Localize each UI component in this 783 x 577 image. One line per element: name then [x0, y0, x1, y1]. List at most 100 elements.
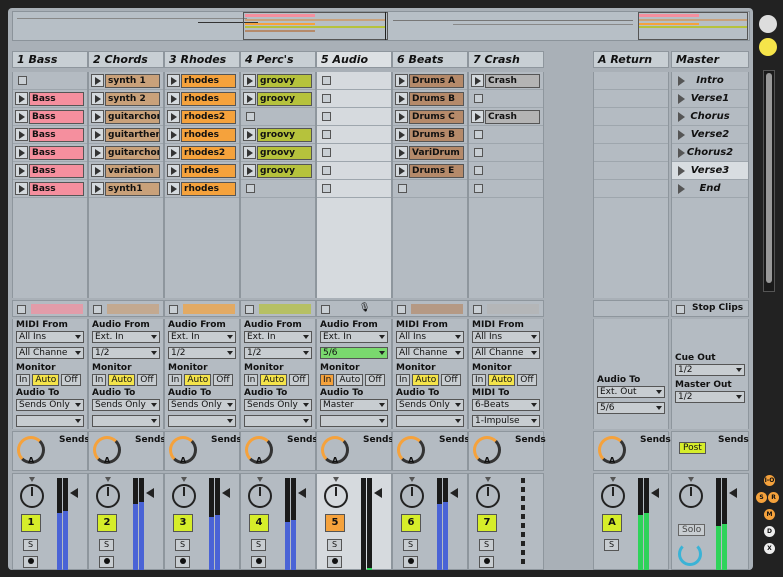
crossfader-toggle-icon[interactable]: X: [764, 543, 775, 554]
clip-launch-icon[interactable]: [167, 182, 180, 195]
io-toggle-icon[interactable]: I-O: [764, 475, 775, 486]
input-dropdown[interactable]: All Ins: [472, 331, 540, 343]
clip-slot[interactable]: Bass: [13, 90, 87, 108]
scene-launch-icon[interactable]: [678, 148, 685, 158]
scene-1[interactable]: Intro: [672, 72, 748, 90]
monitor-auto-button[interactable]: Auto: [336, 374, 364, 386]
clip-launch-icon[interactable]: [243, 146, 256, 159]
clip-slot[interactable]: Drums C: [393, 108, 467, 126]
clip[interactable]: rhodes2: [181, 146, 236, 160]
monitor-in-button[interactable]: In: [168, 374, 183, 386]
clip-slot[interactable]: [393, 180, 467, 198]
clip-slot[interactable]: rhodes: [165, 126, 239, 144]
solo-button[interactable]: S: [327, 539, 342, 551]
input-channel-dropdown[interactable]: All Channe: [472, 347, 540, 359]
clip-launch-icon[interactable]: [15, 182, 28, 195]
clip[interactable]: rhodes: [181, 128, 236, 142]
clip-slot[interactable]: [469, 180, 543, 198]
monitor-auto-button[interactable]: Auto: [260, 374, 288, 386]
clip-slot[interactable]: [317, 144, 391, 162]
solo-button[interactable]: S: [175, 539, 190, 551]
clip-slot[interactable]: [469, 144, 543, 162]
pan-knob[interactable]: [20, 484, 44, 508]
track-title[interactable]: 1 Bass: [12, 51, 88, 68]
output-channel-dropdown[interactable]: 1-Impulse: [472, 415, 540, 427]
clip-slot[interactable]: synth 1: [89, 72, 163, 90]
volume-fader[interactable]: [222, 488, 230, 498]
stop-button-icon[interactable]: [246, 184, 255, 193]
clip[interactable]: groovy: [257, 146, 312, 160]
monitor-off-button[interactable]: Off: [289, 374, 309, 386]
clip[interactable]: VariDrum: [409, 146, 464, 160]
clip-slot[interactable]: synth1: [89, 180, 163, 198]
clip-slot[interactable]: guitarchorus: [89, 108, 163, 126]
clip-slot[interactable]: [13, 72, 87, 90]
solo-button[interactable]: S: [23, 539, 38, 551]
clip-launch-icon[interactable]: [395, 74, 408, 87]
monitor-off-button[interactable]: Off: [441, 374, 461, 386]
track-activator[interactable]: 3: [173, 514, 193, 532]
track-activator[interactable]: 5: [325, 514, 345, 532]
clip-slot[interactable]: rhodes: [165, 162, 239, 180]
clip[interactable]: rhodes: [181, 74, 236, 88]
stop-button-icon[interactable]: [474, 94, 483, 103]
clip[interactable]: synth 2: [105, 92, 160, 106]
clip-launch-icon[interactable]: [167, 92, 180, 105]
scene-6[interactable]: Verse3: [672, 162, 748, 180]
clip-launch-icon[interactable]: [243, 74, 256, 87]
solo-button[interactable]: S: [403, 539, 418, 551]
monitor-off-button[interactable]: Off: [517, 374, 537, 386]
scene-launch-icon[interactable]: [678, 112, 685, 122]
stop-all-clips-button[interactable]: [676, 305, 685, 314]
clip-slot[interactable]: guitartheme: [89, 126, 163, 144]
monitor-off-button[interactable]: Off: [365, 374, 385, 386]
clip[interactable]: rhodes: [181, 164, 236, 178]
input-dropdown[interactable]: All Ins: [396, 331, 464, 343]
clip[interactable]: Crash: [485, 110, 540, 124]
monitor-off-button[interactable]: Off: [61, 374, 81, 386]
clip[interactable]: Bass: [29, 182, 84, 196]
cue-out-dropdown[interactable]: 1/2: [675, 364, 745, 376]
clip[interactable]: groovy: [257, 74, 312, 88]
input-channel-dropdown[interactable]: 5/6: [320, 347, 388, 359]
solo-button[interactable]: S: [604, 539, 619, 551]
clip-slot[interactable]: [469, 90, 543, 108]
stop-track-button[interactable]: [245, 305, 254, 314]
solo-button[interactable]: Solo: [678, 524, 706, 536]
track-activator[interactable]: 1: [21, 514, 41, 532]
clip-slot[interactable]: rhodes2: [165, 144, 239, 162]
pan-knob[interactable]: [601, 484, 625, 508]
clip-slot[interactable]: groovy: [241, 162, 315, 180]
monitor-in-button[interactable]: In: [244, 374, 259, 386]
stop-track-button[interactable]: [397, 305, 406, 314]
returns-toggle-icon[interactable]: R: [768, 492, 779, 503]
clip-slot[interactable]: rhodes: [165, 180, 239, 198]
clip-slot[interactable]: VariDrum: [393, 144, 467, 162]
stop-button-icon[interactable]: [474, 166, 483, 175]
clip[interactable]: Drums E: [409, 164, 464, 178]
monitor-auto-button[interactable]: Auto: [108, 374, 136, 386]
clip-slot[interactable]: synth 2: [89, 90, 163, 108]
track-title[interactable]: Master: [671, 51, 749, 68]
clip-launch-icon[interactable]: [91, 110, 104, 123]
post-button[interactable]: Post: [679, 442, 706, 454]
clip-launch-icon[interactable]: [91, 164, 104, 177]
clip[interactable]: groovy: [257, 164, 312, 178]
output-dropdown[interactable]: Sends Only: [92, 399, 160, 411]
stop-track-button[interactable]: [17, 305, 26, 314]
clip-slot[interactable]: Drums E: [393, 162, 467, 180]
track-title[interactable]: A Return: [593, 51, 669, 68]
clip[interactable]: Drums C: [409, 110, 464, 124]
output-dropdown[interactable]: Sends Only: [16, 399, 84, 411]
track-title[interactable]: 2 Chords: [88, 51, 164, 68]
clip-slot[interactable]: groovy: [241, 126, 315, 144]
monitor-auto-button[interactable]: Auto: [32, 374, 60, 386]
pan-knob[interactable]: [96, 484, 120, 508]
track-activator[interactable]: 6: [401, 514, 421, 532]
monitor-auto-button[interactable]: Auto: [412, 374, 440, 386]
menu-icon[interactable]: [759, 15, 777, 33]
clip-launch-icon[interactable]: [395, 128, 408, 141]
clip-slot[interactable]: Drums A: [393, 72, 467, 90]
clip-slot[interactable]: Crash: [469, 72, 543, 90]
input-dropdown[interactable]: Ext. In: [244, 331, 312, 343]
